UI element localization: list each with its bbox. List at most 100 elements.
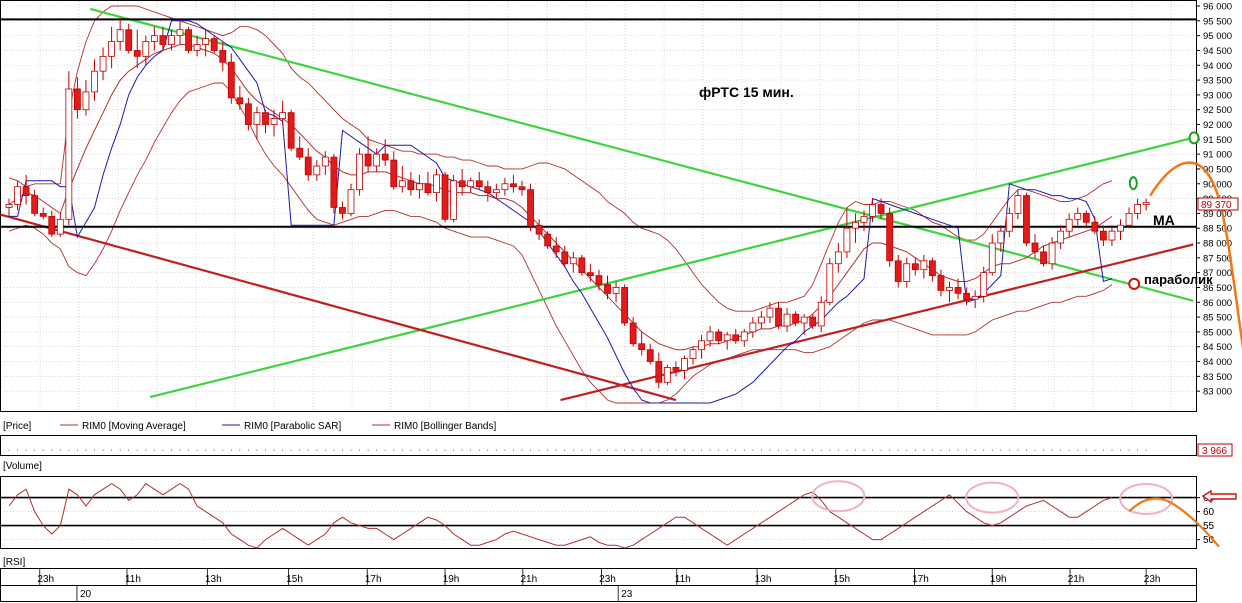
bullish-candle bbox=[920, 260, 928, 271]
bearish-candle bbox=[287, 112, 295, 149]
bullish-candle bbox=[398, 180, 406, 188]
bearish-candle bbox=[886, 212, 894, 262]
bearish-candle bbox=[672, 367, 680, 371]
last-price-label: 89 370 bbox=[1201, 200, 1232, 211]
bullish-candle bbox=[168, 35, 175, 45]
bearish-candle bbox=[381, 153, 389, 161]
bullish-candle bbox=[946, 287, 953, 291]
bullish-candle bbox=[689, 349, 697, 359]
bullish-candle bbox=[1108, 230, 1116, 241]
time-tick-label: 21h bbox=[1068, 574, 1085, 585]
time-tick-label: 17h bbox=[365, 574, 382, 585]
price-tick-label: 91 000 bbox=[1203, 150, 1232, 161]
bearish-candle bbox=[775, 307, 782, 327]
bullish-candle bbox=[869, 204, 876, 217]
price-tick-label: 95 500 bbox=[1203, 16, 1232, 27]
bearish-candle bbox=[629, 322, 637, 345]
bullish-candle bbox=[980, 272, 988, 297]
bullish-candle bbox=[800, 316, 808, 324]
bearish-candle bbox=[304, 156, 312, 176]
bearish-candle bbox=[604, 284, 611, 294]
bullish-candle bbox=[253, 112, 261, 125]
bullish-candle bbox=[1117, 224, 1124, 232]
bullish-candle bbox=[356, 153, 363, 191]
bearish-candle bbox=[22, 186, 30, 197]
bullish-candle bbox=[99, 55, 107, 72]
bearish-candle bbox=[715, 331, 723, 342]
price-tick-label: 94 000 bbox=[1203, 61, 1232, 72]
bearish-candle bbox=[809, 316, 817, 327]
bullish-candle bbox=[723, 334, 731, 342]
price-tick-label: 93 000 bbox=[1203, 90, 1232, 101]
bullish-candle bbox=[1134, 204, 1141, 214]
bullish-candle bbox=[321, 156, 329, 167]
bullish-candle bbox=[826, 263, 834, 303]
chart-canvas: 83 000 83 500 84 000 84 500 85 000 85 500 86 0… bbox=[0, 0, 1242, 602]
bullish-candle bbox=[501, 183, 509, 191]
legend-volume-label: [Volume] bbox=[3, 461, 42, 472]
bearish-candle bbox=[894, 260, 902, 282]
bullish-candle bbox=[347, 189, 355, 214]
bullish-candle bbox=[1142, 202, 1150, 205]
time-tick-label: 13h bbox=[205, 574, 222, 585]
bearish-candle bbox=[561, 251, 569, 265]
ma-annotation: MA bbox=[1153, 212, 1175, 228]
bearish-candle bbox=[937, 275, 945, 291]
bearish-candle bbox=[48, 215, 56, 235]
bearish-candle bbox=[510, 183, 517, 188]
bullish-candle bbox=[997, 230, 1005, 244]
bullish-candle bbox=[415, 183, 423, 191]
bearish-candle bbox=[1023, 195, 1030, 244]
bearish-candle bbox=[527, 189, 534, 226]
date-tick-label: 20 bbox=[80, 589, 92, 600]
bullish-candle bbox=[834, 251, 842, 265]
bullish-candle bbox=[279, 112, 287, 119]
bearish-candle bbox=[578, 257, 586, 274]
bullish-candle bbox=[14, 186, 21, 205]
bullish-candle bbox=[116, 29, 124, 42]
bearish-candle bbox=[595, 275, 603, 285]
legend-price-label: [Price] bbox=[3, 421, 32, 432]
bullish-candle bbox=[5, 204, 13, 208]
bullish-candle bbox=[1048, 242, 1056, 265]
time-tick-label: 23h bbox=[599, 574, 616, 585]
bullish-candle bbox=[56, 218, 64, 235]
parabolic-annotation: параболик bbox=[1144, 272, 1213, 287]
bearish-candle bbox=[31, 195, 39, 214]
bullish-candle bbox=[65, 88, 73, 220]
bullish-candle bbox=[1125, 212, 1133, 226]
bearish-candle bbox=[210, 38, 218, 51]
bullish-candle bbox=[706, 331, 714, 342]
green-marker bbox=[1128, 176, 1138, 191]
bearish-candle bbox=[911, 263, 919, 271]
bearish-candle bbox=[1082, 212, 1090, 223]
bearish-candle bbox=[535, 224, 543, 235]
bearish-candle bbox=[587, 272, 594, 277]
bearish-candle bbox=[732, 334, 740, 342]
bearish-candle bbox=[296, 147, 304, 158]
time-tick-label: 11h bbox=[125, 574, 141, 585]
bearish-candle bbox=[441, 174, 449, 220]
bearish-candle bbox=[244, 103, 252, 125]
bearish-candle bbox=[424, 183, 432, 194]
bearish-candle bbox=[1040, 251, 1047, 265]
bearish-candle bbox=[655, 361, 663, 383]
green-marker-edge bbox=[1188, 131, 1200, 145]
bullish-candle bbox=[1065, 218, 1073, 232]
price-tick-label: 87 500 bbox=[1203, 253, 1232, 264]
bullish-candle bbox=[612, 287, 620, 294]
price-tick-label: 85 500 bbox=[1203, 313, 1232, 324]
bullish-candle bbox=[467, 180, 475, 188]
price-tick-label: 88 500 bbox=[1203, 224, 1232, 235]
chart-title: фРТС 15 мин. bbox=[699, 84, 794, 100]
bullish-candle bbox=[681, 358, 688, 371]
bullish-candle bbox=[698, 340, 705, 351]
price-tick-label: 86 000 bbox=[1203, 298, 1232, 309]
bullish-candle bbox=[492, 189, 500, 194]
bullish-candle bbox=[971, 295, 979, 300]
bearish-candle bbox=[159, 35, 167, 45]
time-tick-label: 23h bbox=[37, 574, 54, 585]
red-marker bbox=[1128, 277, 1141, 290]
bearish-candle bbox=[390, 159, 398, 188]
bearish-candle bbox=[1100, 230, 1107, 241]
